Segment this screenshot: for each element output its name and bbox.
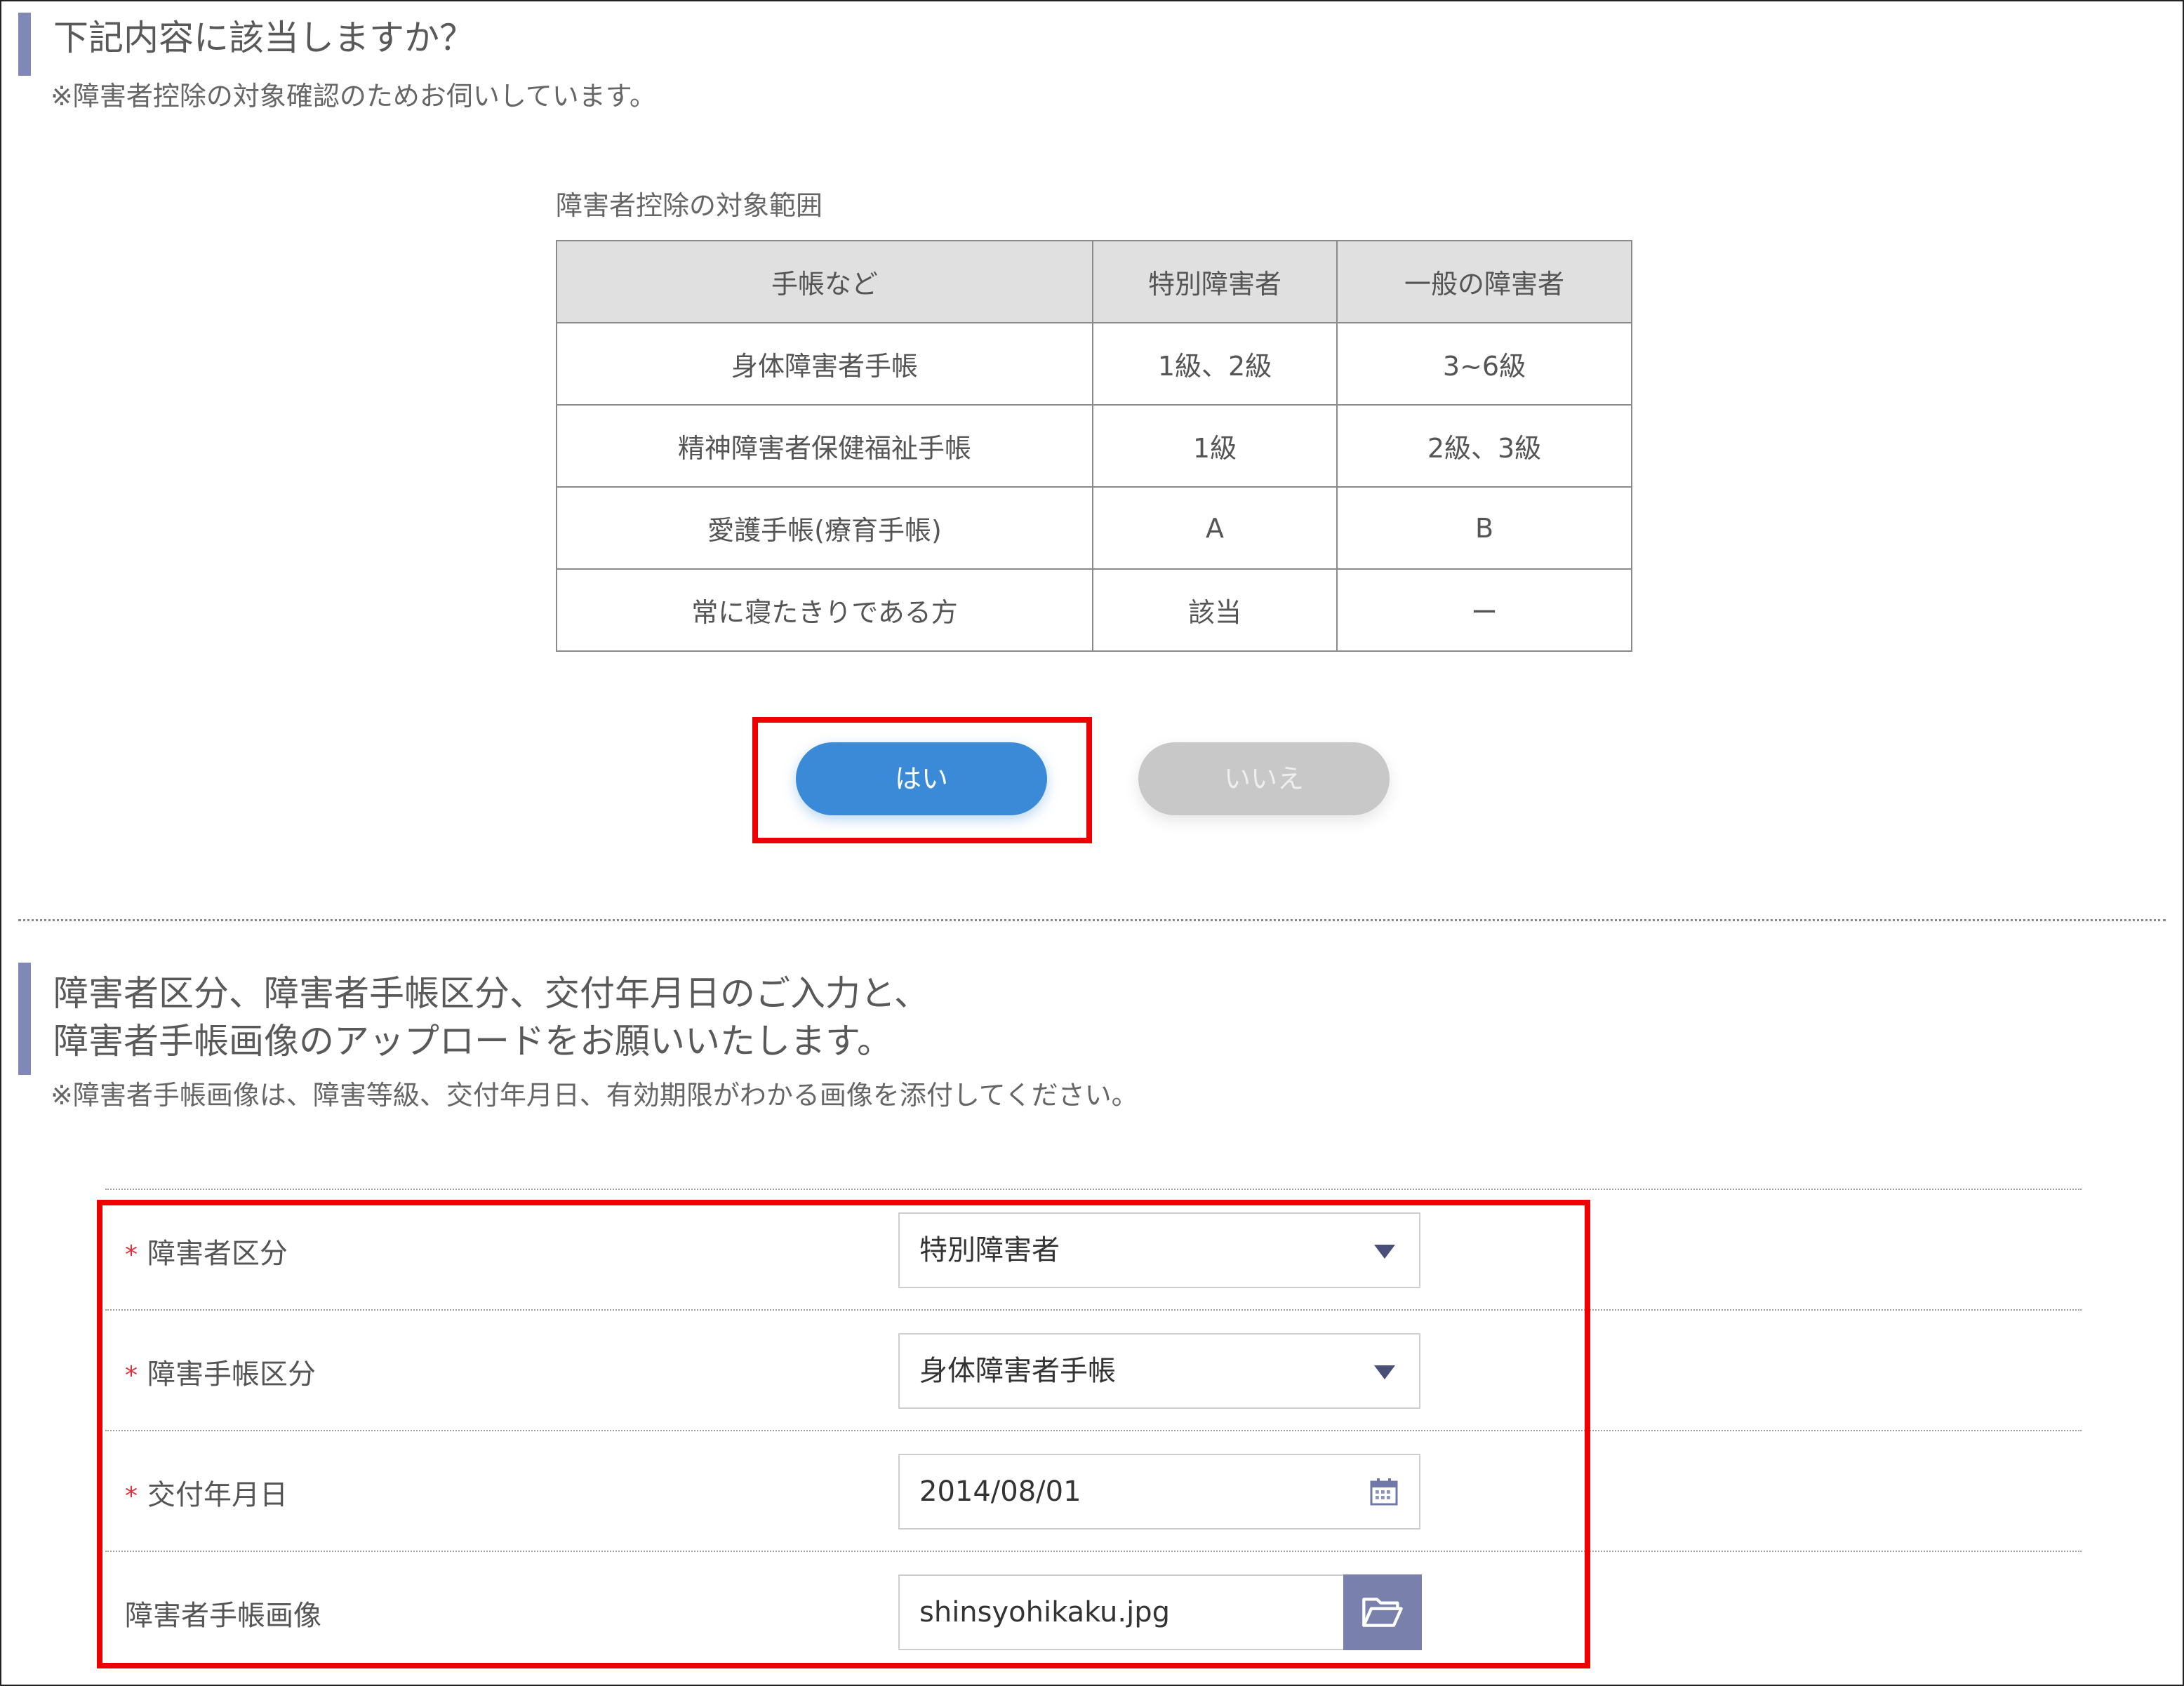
- table-row: 精神障害者保健福祉手帳 1級 2級、3級: [556, 404, 1632, 488]
- table-caption: 障害者控除の対象範囲: [556, 190, 823, 221]
- table-row: 常に寝たきりである方 該当 ー: [556, 568, 1632, 652]
- table-cell: 常に寝たきりである方: [556, 568, 1093, 652]
- table-cell: 3~6級: [1336, 322, 1632, 406]
- section-heading: 下記内容に該当しますか？: [53, 18, 474, 58]
- table-cell: B: [1336, 486, 1632, 570]
- table-cell: 1級、2級: [1092, 322, 1338, 406]
- section-divider: [18, 919, 2166, 921]
- table-cell: 2級、3級: [1336, 404, 1632, 488]
- section-accent-bar: [18, 13, 31, 76]
- section-heading-line2: 障害者手帳画像のアップロードをお願いいたします。: [53, 1021, 892, 1062]
- section-note: ※障害者手帳画像は、障害等級、交付年月日、有効期限がわかる画像を添付してください…: [51, 1080, 1138, 1111]
- table-cell: A: [1092, 486, 1338, 570]
- section-note: ※障害者控除の対象確認のためお伺いしています。: [51, 81, 656, 112]
- no-button[interactable]: いいえ: [1138, 742, 1390, 815]
- deduction-scope-table: 手帳など 特別障害者 一般の障害者 身体障害者手帳 1級、2級 3~6級 精神障…: [556, 240, 1632, 652]
- table-cell: 該当: [1092, 568, 1338, 652]
- table-row: 愛護手帳(療育手帳) A B: [556, 486, 1632, 570]
- section-heading-line1: 障害者区分、障害者手帳区分、交付年月日のご入力と、: [53, 973, 929, 1014]
- yes-button-highlight: [752, 717, 1092, 843]
- section-accent-bar: [18, 963, 31, 1075]
- table-cell: ー: [1336, 568, 1632, 652]
- table-cell: 身体障害者手帳: [556, 322, 1093, 406]
- table-cell: 精神障害者保健福祉手帳: [556, 404, 1093, 488]
- table-row: 身体障害者手帳 1級、2級 3~6級: [556, 322, 1632, 406]
- column-header: 手帳など: [556, 240, 1093, 323]
- column-header: 一般の障害者: [1336, 240, 1632, 323]
- table-cell: 愛護手帳(療育手帳): [556, 486, 1093, 570]
- table-header-row: 手帳など 特別障害者 一般の障害者: [556, 240, 1632, 323]
- form-highlight: [97, 1200, 1590, 1668]
- table-cell: 1級: [1092, 404, 1338, 488]
- row-separator: [105, 1189, 2082, 1190]
- column-header: 特別障害者: [1092, 240, 1338, 323]
